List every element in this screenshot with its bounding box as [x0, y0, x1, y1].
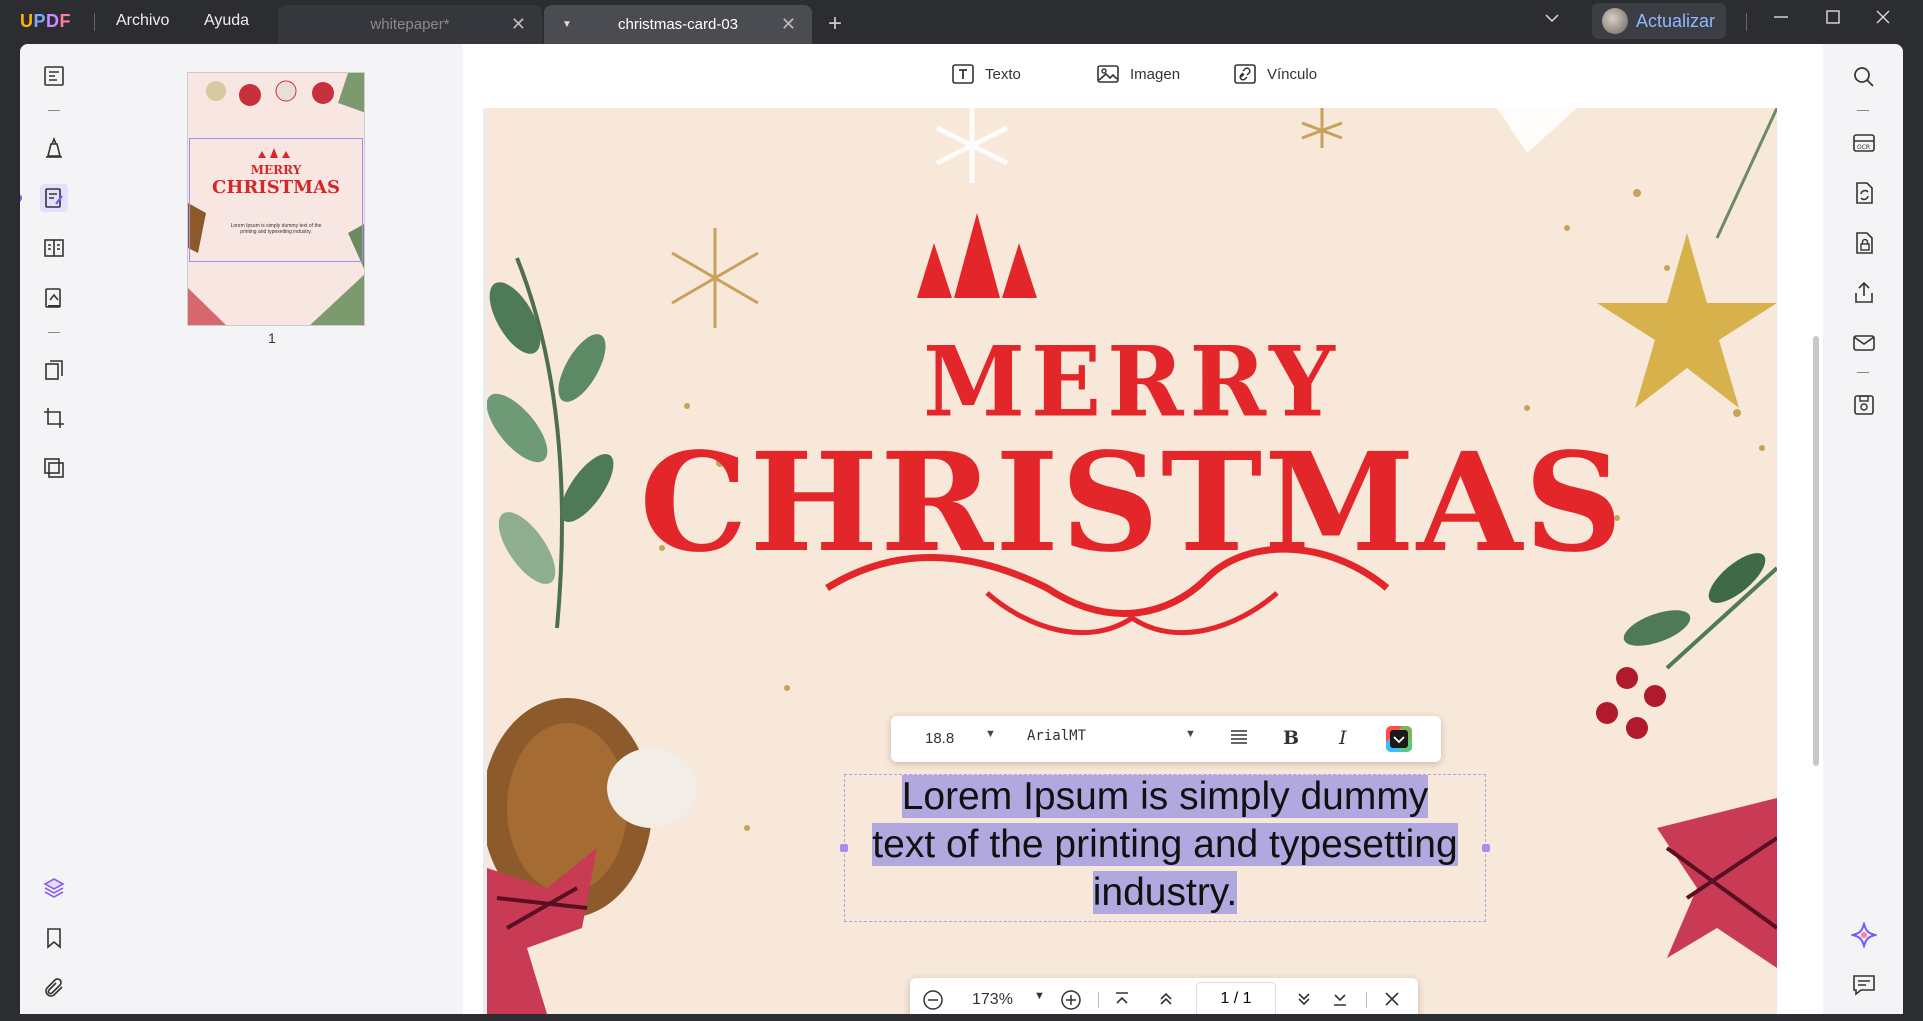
bookmark-icon[interactable] — [40, 924, 68, 952]
text-format-toolbar: 18.8 ▼ ArialMT ▼ B I — [891, 716, 1441, 762]
zoom-in-icon[interactable] — [1060, 989, 1082, 1014]
font-size-dropdown-icon[interactable]: ▼ — [985, 728, 996, 740]
menu-archivo[interactable]: Archivo — [116, 12, 169, 30]
selected-text: text of the printing and typesetting — [872, 823, 1458, 866]
link-icon — [1234, 64, 1256, 84]
add-text-button[interactable]: Texto — [951, 62, 1021, 86]
toolbar-separator — [48, 110, 60, 111]
search-icon[interactable] — [1851, 64, 1877, 90]
card-title-christmas: CHRISTMAS — [639, 423, 1625, 583]
reader-icon[interactable] — [40, 62, 68, 90]
vertical-scrollbar[interactable] — [1813, 336, 1819, 766]
layers-icon[interactable] — [40, 874, 68, 902]
current-page: 1 — [1220, 990, 1230, 1007]
text-line: Lorem Ipsum is simply dummy — [845, 775, 1485, 819]
crop-icon[interactable] — [40, 404, 68, 432]
add-text-label: Texto — [985, 65, 1021, 83]
font-name-select[interactable]: ArialMT — [1027, 728, 1086, 744]
window-close-icon[interactable] — [1874, 8, 1892, 32]
menu-ayuda[interactable]: Ayuda — [204, 12, 249, 30]
card-title-merry: MERRY — [923, 325, 1341, 439]
title-separator — [1746, 13, 1747, 31]
align-icon[interactable] — [1229, 727, 1249, 751]
ai-assistant-icon[interactable] — [1849, 920, 1879, 950]
page-number-input[interactable]: 1 / 1 — [1196, 982, 1276, 1014]
tab-label: whitepaper* — [370, 16, 450, 33]
tab-christmas-card[interactable]: ▼ christmas-card-03 ✕ — [544, 5, 812, 44]
color-picker-icon[interactable] — [1385, 725, 1413, 757]
close-nav-icon[interactable] — [1382, 989, 1402, 1014]
comment-icon[interactable] — [40, 134, 68, 162]
title-separator — [94, 13, 95, 31]
close-icon[interactable]: ✕ — [781, 14, 796, 35]
text-line: industry. — [845, 871, 1485, 915]
left-toolbar — [20, 44, 88, 1014]
thumbnail-viewport — [189, 138, 363, 262]
add-link-label: Vínculo — [1267, 65, 1318, 83]
first-page-icon[interactable] — [1112, 989, 1132, 1014]
page-thumbnail[interactable]: MERRY CHRISTMAS Lorem Ipsum is simply du… — [187, 72, 365, 326]
fill-sign-icon[interactable] — [40, 284, 68, 312]
ocr-icon[interactable]: OCR — [1851, 130, 1877, 156]
toolbar-separator — [48, 332, 60, 333]
convert-icon[interactable] — [1851, 180, 1877, 206]
avatar — [1602, 8, 1628, 34]
tab-whitepaper[interactable]: whitepaper* ✕ — [278, 5, 542, 44]
toolbar-separator — [1857, 372, 1869, 373]
add-image-label: Imagen — [1130, 65, 1181, 83]
main-frame: MERRY CHRISTMAS Lorem Ipsum is simply du… — [20, 44, 1903, 1014]
add-image-button[interactable]: Imagen — [1096, 62, 1180, 86]
toolbar-separator — [1857, 110, 1869, 111]
page-navigation-bar: 173% ▼ 1 / 1 — [910, 978, 1418, 1014]
app-logo: UPDF — [20, 11, 72, 31]
protect-icon[interactable] — [1851, 230, 1877, 256]
new-tab-icon[interactable]: + — [828, 10, 842, 38]
attachment-icon[interactable] — [40, 974, 68, 1002]
share-icon[interactable] — [1851, 280, 1877, 306]
nav-separator — [1366, 992, 1367, 1008]
text-icon — [952, 64, 974, 84]
edit-toolbar: Texto Imagen Vínculo — [463, 44, 1823, 108]
comments-panel-icon[interactable] — [1851, 972, 1877, 998]
editable-text-box[interactable]: Lorem Ipsum is simply dummy text of the … — [840, 774, 1490, 922]
minimize-icon[interactable] — [1772, 8, 1790, 32]
email-icon[interactable] — [1851, 330, 1877, 356]
svg-text:OCR: OCR — [1857, 144, 1870, 151]
bold-button[interactable]: B — [1283, 727, 1299, 749]
image-icon — [1097, 65, 1119, 83]
thumbnail-page-number: 1 — [268, 330, 276, 346]
edit-pdf-icon[interactable] — [40, 184, 68, 212]
selected-text: industry. — [1092, 871, 1238, 914]
right-toolbar: OCR — [1823, 44, 1903, 1014]
close-icon[interactable]: ✕ — [511, 14, 526, 35]
organize-pages-icon[interactable] — [40, 356, 68, 384]
tab-label: christmas-card-03 — [617, 16, 739, 33]
chevron-down-icon[interactable] — [1544, 10, 1560, 31]
page-layout-icon[interactable] — [40, 234, 68, 262]
upgrade-button[interactable]: Actualizar — [1592, 3, 1726, 39]
total-pages: 1 — [1242, 990, 1252, 1007]
zoom-out-icon[interactable] — [922, 989, 944, 1014]
previous-page-icon[interactable] — [1156, 989, 1176, 1014]
next-page-icon[interactable] — [1294, 989, 1314, 1014]
batch-icon[interactable] — [40, 454, 68, 482]
maximize-icon[interactable] — [1824, 8, 1842, 32]
font-size-select[interactable]: 18.8 — [925, 730, 954, 747]
italic-button[interactable]: I — [1339, 727, 1347, 749]
zoom-level[interactable]: 173% — [972, 991, 1013, 1009]
upgrade-label: Actualizar — [1636, 10, 1716, 31]
text-line: text of the printing and typesetting — [845, 823, 1485, 867]
selected-text: Lorem Ipsum is simply dummy — [901, 775, 1429, 818]
last-page-icon[interactable] — [1330, 989, 1350, 1014]
font-name-dropdown-icon[interactable]: ▼ — [1185, 728, 1196, 740]
zoom-dropdown-icon[interactable]: ▼ — [1034, 990, 1045, 1002]
title-bar: UPDF Archivo Ayuda whitepaper* ✕ ▼ chris… — [0, 0, 1923, 44]
active-indicator — [20, 194, 22, 202]
thumbnail-pane: MERRY CHRISTMAS Lorem Ipsum is simply du… — [88, 44, 463, 1014]
nav-separator — [1098, 992, 1099, 1008]
add-link-button[interactable]: Vínculo — [1233, 62, 1317, 86]
save-icon[interactable] — [1851, 392, 1877, 418]
